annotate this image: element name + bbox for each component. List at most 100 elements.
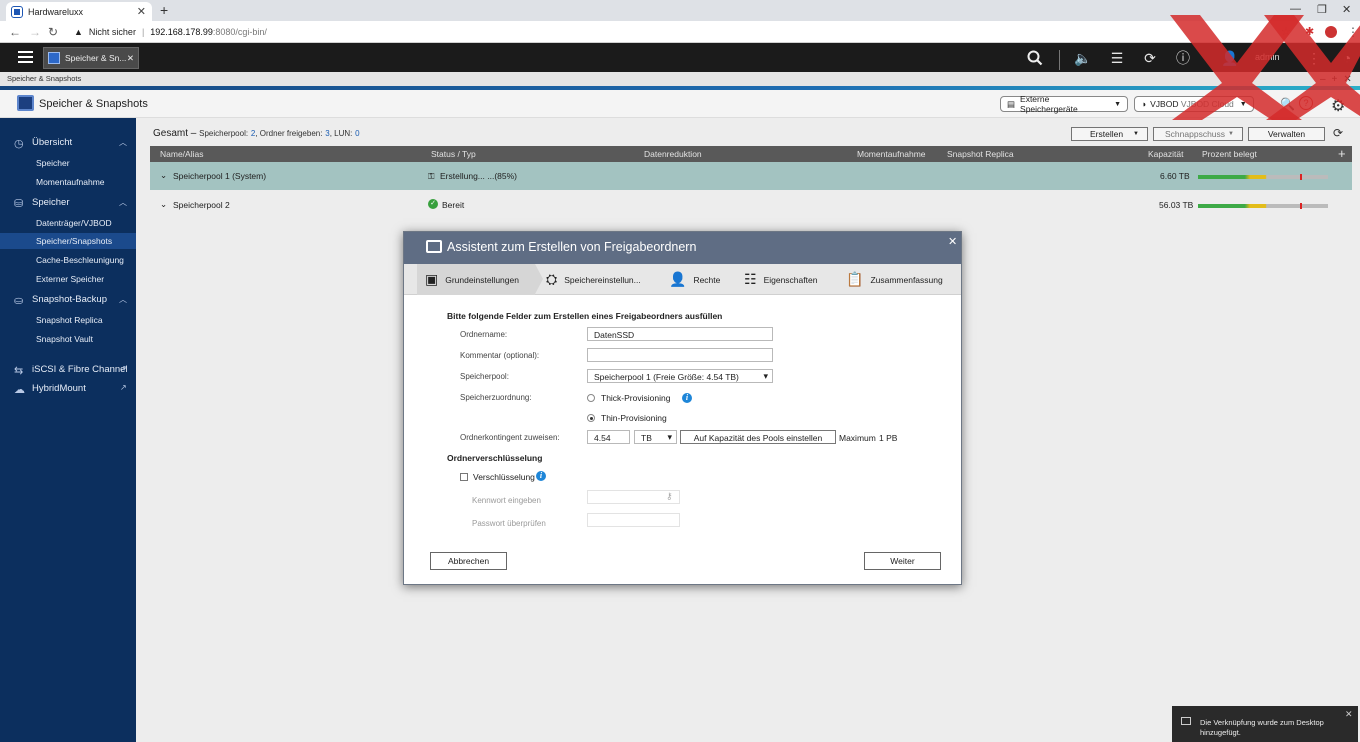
quota-input[interactable]: 4.54 (587, 430, 630, 444)
browser-tab[interactable]: Hardwareluxx ✕ (6, 2, 152, 21)
back-icon[interactable]: ← (9, 25, 21, 39)
window-title-strip: Speicher & Snapshots (0, 72, 1360, 86)
minimize-window-icon[interactable]: — (1290, 3, 1301, 15)
sidebar-item-datentraeger[interactable]: Datenträger/VJBOD (0, 218, 136, 228)
sync-icon[interactable]: ⟳ (1141, 49, 1159, 67)
password-verify-input[interactable] (587, 513, 680, 527)
more-options-icon[interactable]: ⋮ (1305, 49, 1323, 67)
app-task-tab[interactable]: Speicher & Sn... ✕ (43, 47, 139, 69)
sidebar-item-hybridmount[interactable]: ☁ HybridMount ↗ (0, 383, 136, 396)
thick-provisioning-radio[interactable] (587, 394, 595, 402)
overview-icon: ◷ (14, 138, 24, 150)
new-tab-icon[interactable]: + (160, 2, 168, 18)
pool-label: Speicherpool: (460, 372, 509, 381)
dialog-title: Assistent zum Erstellen von Freigabeordn… (447, 240, 697, 254)
sidebar-item-snapshot-vault[interactable]: Snapshot Vault (0, 334, 136, 344)
sidebar-item-speicher-snapshots[interactable]: Speicher/Snapshots (0, 233, 136, 249)
search-icon[interactable] (1026, 49, 1044, 67)
info-icon[interactable]: i (536, 471, 546, 481)
set-to-pool-capacity-button[interactable]: Auf Kapazität des Pools einstellen (680, 430, 836, 444)
step-storage-settings: ⛭ Speichereinstellun... (546, 264, 641, 295)
next-button[interactable]: Weiter (864, 552, 941, 570)
pool-select[interactable]: Speicherpool 1 (Freie Größe: 4.54 TB) (587, 369, 773, 383)
sidebar-section-overview[interactable]: ◷ Übersicht ︿ (0, 137, 136, 150)
help-icon[interactable]: ? (1299, 96, 1313, 110)
vjbod-button[interactable]: ◑ VJBOD VJBOD Cloud ▼ (1134, 96, 1254, 112)
browser-address-bar: ← → ↻ ▲ Nicht sicher | 192.168.178.99:80… (0, 21, 1360, 43)
sidebar-item-cache[interactable]: Cache-Beschleunigung (0, 255, 136, 265)
profile-avatar[interactable] (1325, 26, 1337, 38)
sidebar-section-label: Übersicht (32, 137, 73, 148)
settings-gear-icon[interactable]: ⚙ (1331, 96, 1345, 116)
maximize-window-icon[interactable]: ❐ (1317, 3, 1327, 16)
summary-clipboard-icon: 📋 (846, 271, 864, 287)
close-toast-icon[interactable]: ✕ (1345, 709, 1353, 720)
qnap-favicon-icon (11, 5, 23, 18)
encryption-checkbox[interactable] (460, 473, 468, 481)
close-tab-icon[interactable]: ✕ (137, 5, 146, 18)
wizard-steps: ▣ Grundeinstellungen ⛭ Speichereinstellu… (404, 264, 961, 295)
close-window-icon[interactable]: ✕ (1342, 3, 1351, 16)
hybridmount-icon: ☁ (14, 384, 25, 396)
folder-name-input[interactable]: DatenSSD (587, 327, 773, 341)
thin-provisioning-label[interactable]: Thin-Provisioning (601, 413, 667, 423)
sidebar-item-iscsi[interactable]: ⇆ iSCSI & Fibre Channel ↗ (0, 364, 136, 377)
vjbod-label: VJBOD (1150, 99, 1179, 109)
user-icon[interactable]: 👤 (1221, 49, 1239, 67)
sidebar-section-snapshot-backup[interactable]: ⛀ Snapshot-Backup ︿ (0, 294, 136, 307)
step-label: Eigenschaften (763, 274, 818, 285)
close-app-tab-icon[interactable]: ✕ (127, 53, 134, 64)
sidebar-item-momentaufnahme[interactable]: Momentaufnahme (0, 177, 136, 187)
forward-icon[interactable]: → (29, 25, 41, 39)
key-icon: ⚷ (666, 491, 673, 501)
extension-icon[interactable]: ✱ (1305, 25, 1314, 38)
quota-unit-select[interactable]: TB (634, 430, 677, 444)
reload-icon[interactable]: ↻ (48, 25, 58, 39)
step-label: Speichereinstellun... (564, 274, 641, 285)
url-field[interactable]: ▲ Nicht sicher | 192.168.178.99:8080/cgi… (66, 23, 1306, 41)
browser-menu-icon[interactable]: ⋮ (1347, 25, 1359, 39)
url-path: :8080/cgi-bin/ (212, 27, 267, 37)
browser-tab-bar: Hardwareluxx ✕ + — ❐ ✕ (0, 0, 1360, 21)
close-dialog-icon[interactable]: ✕ (948, 235, 957, 248)
info-icon[interactable]: i (682, 393, 692, 403)
app-header: Speicher & Snapshots ▤ Externe Speicherg… (0, 90, 1360, 118)
dialog-intro: Bitte folgende Felder zum Erstellen eine… (447, 311, 723, 321)
sidebar-section-storage[interactable]: ⛁ Speicher ︿ (0, 197, 136, 210)
background-tasks-icon[interactable]: ☰ (1108, 49, 1126, 67)
thick-provisioning-label[interactable]: Thick-Provisioning (601, 393, 670, 403)
max-value: 1 PB (879, 433, 898, 443)
password-label: Kennwort eingeben (472, 496, 541, 505)
sidebar-section-label: Snapshot-Backup (32, 294, 107, 305)
folder-icon (426, 240, 442, 253)
toast-notification: Die Verknüpfung wurde zum Desktop hinzug… (1172, 706, 1358, 742)
notification-info-icon[interactable]: ⓘ (1174, 49, 1192, 67)
comment-input[interactable] (587, 348, 773, 362)
sidebar-item-speicher-overview[interactable]: Speicher (0, 158, 136, 168)
qts-top-bar: Speicher & Sn... ✕ 🔈 ☰ ⟳ ⓘ 👤 admin ⋮ ◔ (0, 43, 1360, 72)
thin-provisioning-radio[interactable] (587, 414, 595, 422)
cancel-button[interactable]: Abbrechen (430, 552, 507, 570)
main-menu-icon[interactable] (18, 51, 33, 63)
volume-icon[interactable]: 🔈 (1074, 49, 1092, 67)
user-name[interactable]: admin (1255, 52, 1280, 62)
security-label: Nicht sicher (88, 27, 136, 37)
search-help-icon[interactable]: 🔍 (1280, 97, 1295, 111)
sidebar-item-external-storage[interactable]: Externer Speicher (0, 274, 136, 284)
bookmark-star-icon[interactable]: ☆ (1281, 25, 1291, 38)
external-link-icon: ↗ (120, 364, 127, 373)
step-permissions: 👤 Rechte (669, 264, 720, 295)
external-storage-button[interactable]: ▤ Externe Speichergeräte ▼ (1000, 94, 1128, 114)
external-storage-label: Externe Speichergeräte (1020, 94, 1078, 114)
basic-settings-icon: ▣ (425, 271, 439, 287)
sidebar-item-snapshot-replica[interactable]: Snapshot Replica (0, 315, 136, 325)
allocation-label: Speicherzuordnung: (460, 393, 532, 402)
chevron-up-icon: ︿ (119, 198, 127, 207)
app-window-controls[interactable]: –+✕ (1320, 74, 1358, 85)
desktop-shortcut-icon (1181, 717, 1191, 725)
dashboard-gauge-icon[interactable]: ◔ (1338, 49, 1356, 67)
sidebar-section-label: Speicher (32, 197, 70, 208)
encryption-label[interactable]: Verschlüsselung (473, 472, 535, 482)
warning-icon: ▲ (74, 27, 83, 37)
sidebar (0, 118, 136, 742)
